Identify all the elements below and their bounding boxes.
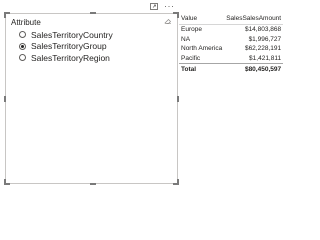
- table-row: North America $62,228,191: [179, 44, 283, 54]
- attribute-slicer[interactable]: Attribute SalesTerritoryCountry SalesTer…: [4, 12, 179, 185]
- resize-handle[interactable]: [4, 12, 6, 18]
- eraser-icon[interactable]: [164, 17, 172, 25]
- radio-button[interactable]: [19, 31, 26, 39]
- cell-value: Pacific: [181, 55, 201, 63]
- table-header-row: Value SalesSalesAmount: [179, 14, 284, 25]
- cell-amount: $1,421,811: [249, 55, 282, 63]
- radio-button[interactable]: [19, 54, 26, 62]
- radio-button-selected[interactable]: [19, 42, 26, 50]
- slicer-header: Attribute: [11, 18, 41, 27]
- slicer-options: SalesTerritoryCountry SalesTerritoryGrou…: [19, 29, 113, 64]
- resize-handle[interactable]: [177, 96, 179, 102]
- sales-table[interactable]: Value SalesSalesAmount Europe $14,803,86…: [179, 14, 284, 75]
- resize-handle[interactable]: [4, 179, 6, 185]
- table-row: Europe $14,803,868: [179, 25, 283, 35]
- table-row: Pacific $1,421,811: [179, 54, 283, 64]
- cell-amount: $14,803,868: [244, 26, 282, 34]
- more-options-icon[interactable]: ···: [164, 2, 175, 11]
- column-header-value[interactable]: Value: [179, 14, 225, 25]
- cell-value: North America: [181, 45, 223, 53]
- slicer-option-sales-territory-country[interactable]: SalesTerritoryCountry: [19, 29, 113, 41]
- resize-handle[interactable]: [4, 96, 6, 102]
- resize-handle[interactable]: [177, 179, 179, 185]
- slicer-option-label: SalesTerritoryRegion: [31, 52, 110, 63]
- table-grid: Value SalesSalesAmount Europe $14,803,86…: [179, 14, 284, 75]
- focus-mode-icon[interactable]: [150, 3, 158, 10]
- cell-amount: $1,996,727: [248, 35, 282, 43]
- table-total-row: Total $80,450,597: [179, 63, 284, 75]
- column-header-sales-amount[interactable]: SalesSalesAmount: [224, 14, 284, 25]
- resize-handle[interactable]: [90, 183, 96, 185]
- cell-value: Europe: [181, 26, 202, 34]
- visual-header: ···: [150, 2, 175, 11]
- cell-value: NA: [181, 35, 191, 43]
- slicer-option-sales-territory-region[interactable]: SalesTerritoryRegion: [19, 52, 113, 64]
- slicer-option-label: SalesTerritoryGroup: [31, 41, 107, 52]
- total-amount: $80,450,597: [224, 63, 284, 75]
- resize-handle[interactable]: [90, 12, 96, 14]
- slicer-option-sales-territory-group[interactable]: SalesTerritoryGroup: [19, 41, 113, 53]
- slicer-option-label: SalesTerritoryCountry: [31, 29, 113, 40]
- total-label: Total: [179, 63, 225, 75]
- cell-amount: $62,228,191: [244, 45, 282, 53]
- table-row: NA $1,996,727: [179, 35, 283, 45]
